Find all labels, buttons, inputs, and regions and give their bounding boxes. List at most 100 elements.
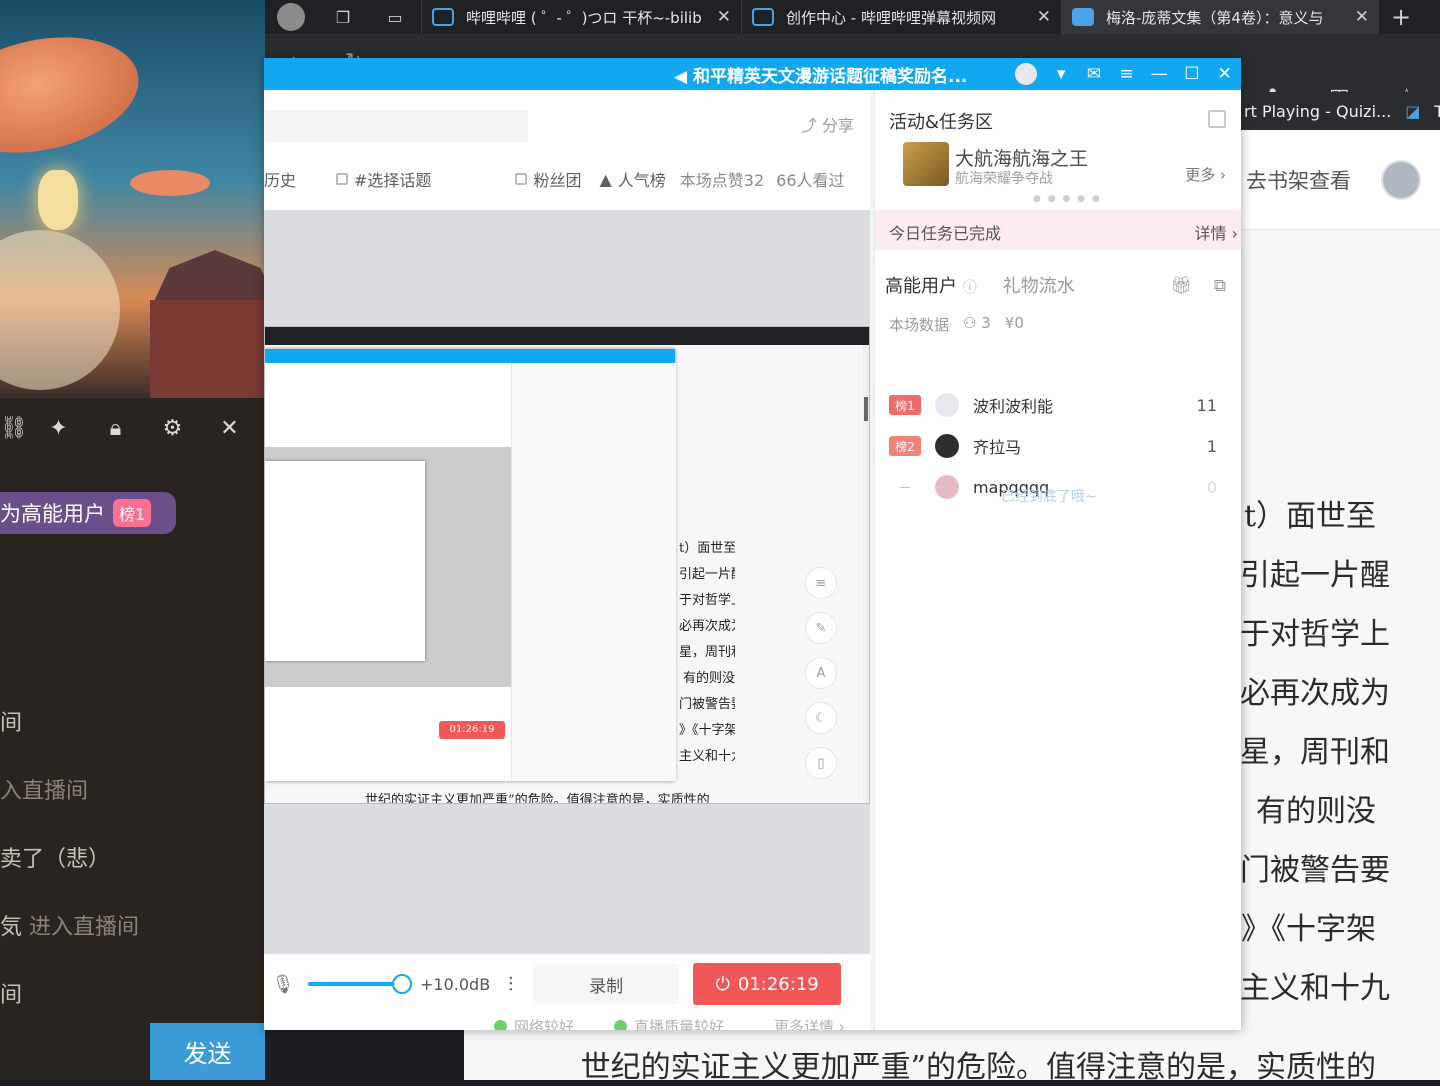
novel-line: 有的则没 bbox=[1256, 794, 1376, 829]
rank-badge: 榜1 bbox=[113, 499, 152, 527]
live-timer: 01:26:19 bbox=[737, 973, 819, 995]
session-stats: 本场数据 ⚇ 3 ¥0 bbox=[889, 314, 1024, 335]
tab-close-icon[interactable]: ✕ bbox=[1345, 7, 1369, 27]
preview-novel-line: 有的则没 bbox=[682, 671, 735, 686]
preview-novel-text: t）面世至 引起一片醒 于对哲学上 必再次成为 星，周刊和 有的则没 门被警告要… bbox=[679, 537, 735, 771]
novel-line: 主义和十九 bbox=[1240, 971, 1390, 1006]
tab-high-energy-users[interactable]: 高能用户 ⓘ bbox=[885, 272, 977, 298]
collections-icon[interactable]: ❐ bbox=[317, 0, 369, 34]
bookmark-item[interactable]: rt Playing - Quizi... bbox=[1244, 102, 1391, 121]
chat-line: 入直播间 bbox=[0, 779, 89, 804]
live-side-panel: 活动&任务区 大航海航海之王 航海荣耀争夺战 更多 › ● ● ● ● ● 今日… bbox=[874, 90, 1241, 1030]
puzzle-icon[interactable]: ✦ bbox=[30, 400, 87, 456]
bilibili-icon bbox=[752, 8, 774, 26]
list-item[interactable]: 榜1 波利波利能 11 bbox=[889, 388, 1229, 422]
avatar bbox=[935, 434, 959, 458]
share-icon: ⤴ bbox=[800, 116, 817, 135]
volume-slider[interactable] bbox=[308, 974, 412, 994]
send-button[interactable]: 发送 bbox=[150, 1023, 265, 1080]
profile-avatar[interactable] bbox=[277, 3, 305, 31]
mail-icon[interactable]: ✉ bbox=[1078, 64, 1111, 84]
novel-header: 去书架查看 bbox=[1240, 130, 1440, 230]
stream-control-row: 🎙︎ +10.0dB ⫶ 录制 ⏻ 01:26:19 bbox=[264, 962, 870, 1006]
tab-gift-log[interactable]: 礼物流水 bbox=[1003, 272, 1075, 298]
popularity-button[interactable]: ▲ 人气榜 bbox=[599, 167, 665, 191]
maximize-icon[interactable]: ☐ bbox=[1176, 64, 1209, 84]
live-assistant-window: ◀ 和平精英天文漫游话题征稿奖励名... ▾ ✉ ≡ — ☐ ✕ ⤴ 分享 历史… bbox=[264, 58, 1241, 1030]
fan-club-button[interactable]: 粉丝团 bbox=[515, 167, 581, 191]
user-count-value: 1 bbox=[1206, 436, 1217, 456]
tab-close-icon[interactable]: ✕ bbox=[707, 7, 731, 27]
high-energy-tabs: 高能用户 ⓘ 礼物流水 bbox=[885, 272, 1075, 298]
avatar[interactable] bbox=[1381, 159, 1421, 200]
novel-text: t）面世至 引起一片醒 于对哲学上 必再次成为 星，周刊和 有的则没 门被警告要… bbox=[1240, 486, 1440, 1017]
tab-novel[interactable]: 梅洛-庞蒂文集（第4卷）：意义与 ✕ bbox=[1061, 0, 1379, 34]
novel-line: 必再次成为 bbox=[1240, 676, 1390, 711]
topic-button[interactable]: #选择话题 bbox=[336, 167, 431, 191]
minimize-icon[interactable]: — bbox=[1143, 64, 1176, 84]
activity-name[interactable]: 大航海航海之王 bbox=[955, 144, 1088, 171]
bookshelf-link[interactable]: 去书架查看 bbox=[1246, 165, 1351, 195]
more-details-link[interactable]: 更多详情 › bbox=[774, 1016, 845, 1031]
microphone-icon[interactable]: 🎙︎ bbox=[266, 974, 300, 995]
help-icon[interactable]: ⓘ bbox=[963, 280, 977, 296]
tab-actions-icon[interactable]: ▭ bbox=[369, 0, 421, 34]
preview-novel-line: 必再次成为 bbox=[679, 619, 735, 634]
gift-icon[interactable]: 🎁︎ bbox=[1170, 276, 1192, 296]
gear-icon[interactable]: ⚙ bbox=[144, 400, 201, 456]
carousel-dots[interactable]: ● ● ● ● ● bbox=[1033, 194, 1102, 204]
bookmark-item[interactable]: Tu bbox=[1434, 102, 1440, 121]
chat-line: 间 bbox=[0, 711, 23, 736]
preview-novel-line: 》《十字架 bbox=[679, 723, 735, 738]
tab-creator-center[interactable]: 创作中心 - 哔哩哔哩弹幕视频网 ✕ bbox=[741, 0, 1061, 34]
activity-more-link[interactable]: 更多 › bbox=[1185, 164, 1226, 185]
preview-novel-line: 于对哲学上 bbox=[679, 593, 735, 608]
popout-icon[interactable] bbox=[1208, 110, 1226, 128]
preview-scrollbar bbox=[863, 345, 869, 803]
preview-recursive-window bbox=[265, 461, 425, 661]
art-temple bbox=[150, 300, 265, 398]
close-icon[interactable]: ✕ bbox=[201, 400, 258, 456]
activity-banner-image[interactable] bbox=[903, 142, 949, 186]
record-button[interactable]: 录制 bbox=[533, 964, 680, 1004]
task-detail-link[interactable]: 详情 › bbox=[1195, 220, 1239, 244]
account-dropdown-icon[interactable]: ▾ bbox=[1045, 64, 1078, 84]
user-count-value: 0 bbox=[1206, 477, 1217, 497]
preview-novel-line: 星，周刊和 bbox=[679, 645, 735, 660]
tab-close-icon[interactable]: ✕ bbox=[1027, 7, 1051, 27]
list-end-text: 已经到底了哦~ bbox=[1001, 489, 1097, 505]
window-title: ◀ 和平精英天文漫游话题征稿奖励名... bbox=[674, 66, 968, 87]
hash-icon bbox=[336, 173, 349, 185]
preview-novel-line: 门被警告要 bbox=[679, 697, 735, 712]
tab-bilibili-home[interactable]: 哔哩哔哩 ( ゜- ゜)つロ 干杯~-bilib ✕ bbox=[421, 0, 741, 34]
user-count-value: 11 bbox=[1196, 395, 1217, 415]
mixer-icon[interactable]: ⫶ bbox=[508, 972, 513, 996]
preview-nested-stream bbox=[265, 447, 511, 687]
link-icon[interactable]: ⛓ bbox=[0, 400, 30, 456]
avatar[interactable] bbox=[1015, 63, 1037, 85]
stream-status-row: 网络较好 直播质量较好 更多详情 › bbox=[264, 1014, 870, 1030]
list-item[interactable]: 榜2 齐拉马 1 bbox=[889, 429, 1229, 463]
menu-icon[interactable]: ≡ bbox=[1110, 64, 1143, 84]
preview-capture: 01:26:19 t）面世至 引起一片醒 于对哲学上 必再次成为 星，周刊和 有… bbox=[264, 326, 870, 804]
preview-novel-line: 主义和十九 bbox=[679, 749, 735, 764]
share-button[interactable]: ⤴ 分享 bbox=[801, 112, 854, 136]
preview-live-timer: 01:26:19 bbox=[439, 721, 505, 739]
stream-controls: 🎙︎ +10.0dB ⫶ 录制 ⏻ 01:26:19 网络较好 直播质量较好 更多… bbox=[264, 954, 870, 1030]
popout-icon[interactable]: ⧉ bbox=[1214, 276, 1226, 296]
history-link[interactable]: 历史 bbox=[264, 167, 296, 191]
novel-line: 引起一片醒 bbox=[1240, 558, 1390, 593]
live-title-input[interactable] bbox=[264, 110, 528, 142]
close-icon[interactable]: ✕ bbox=[1208, 64, 1241, 84]
chat-line: 间 bbox=[0, 983, 23, 1008]
lock-icon[interactable]: 🔒︎ bbox=[87, 400, 144, 456]
new-tab-button[interactable]: + bbox=[1379, 3, 1423, 31]
chat-line: 卖了（悲） bbox=[0, 847, 111, 872]
preview-nested-window: 01:26:19 bbox=[265, 349, 676, 781]
stop-live-button[interactable]: ⏻ 01:26:19 bbox=[693, 963, 842, 1005]
rank-badge: 榜1 bbox=[889, 395, 921, 415]
live-room-panel: ⛓ ✦ 🔒︎ ⚙ ✕ 为高能用户 榜1 间 入直播间 卖了（悲） 気 进入直播间… bbox=[0, 0, 265, 1080]
reader-icon bbox=[1072, 8, 1094, 26]
volume-slider-handle[interactable] bbox=[392, 974, 412, 994]
window-titlebar: ◀ 和平精英天文漫游话题征稿奖励名... ▾ ✉ ≡ — ☐ ✕ bbox=[264, 58, 1241, 90]
